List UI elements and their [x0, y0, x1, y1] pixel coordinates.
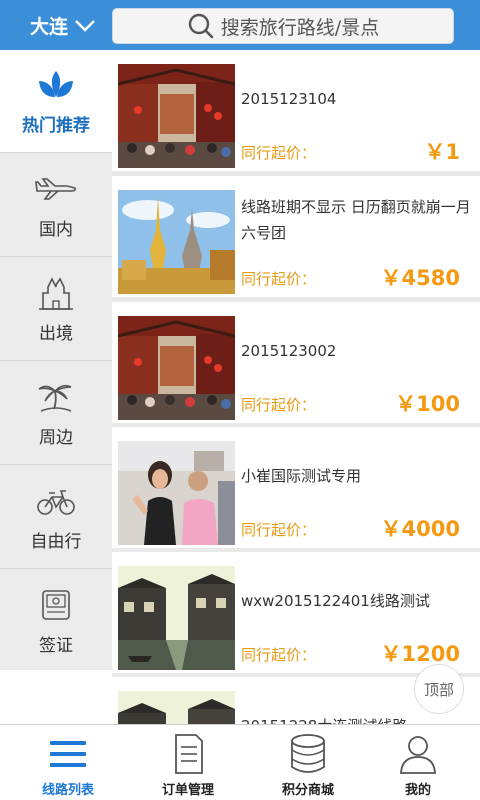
route-thumbnail [118, 441, 235, 545]
document-icon [175, 734, 203, 774]
search-placeholder: 搜索旅行路线/景点 [220, 16, 380, 39]
tab-label: 线路列表 [41, 783, 94, 798]
sidebar-item-hot[interactable]: 热门推荐 [0, 50, 112, 153]
price-label: 同行起价： [241, 521, 317, 539]
visa-icon [42, 589, 70, 620]
lotus-icon [39, 70, 73, 97]
palm-tree-icon [38, 384, 72, 412]
route-list[interactable]: 2015123104 同行起价： ￥1 线路班期不显示 日历翻页就崩一月六号团 … [112, 50, 480, 724]
route-title: wxw2015122401线路测试 [241, 592, 430, 610]
route-card[interactable]: 小崔国际测试专用 同行起价： ￥4000 [112, 427, 480, 548]
route-card[interactable]: wxw2015122401线路测试 同行起价： ￥1200 [112, 552, 480, 673]
search-icon [188, 13, 214, 39]
tab-my-account[interactable]: 我的 [358, 725, 478, 800]
sidebar-item-label: 周边 [39, 427, 73, 448]
category-sidebar: 热门推荐 国内 出境 周边 自由行 签证 [0, 50, 112, 724]
tab-label: 积分商城 [281, 783, 334, 798]
tab-route-list[interactable]: 线路列表 [8, 725, 128, 800]
route-card[interactable]: 2015123002 同行起价： ￥100 [112, 302, 480, 423]
city-label: 大连 [30, 16, 69, 38]
route-price: ￥1 [424, 140, 460, 164]
user-icon [400, 736, 436, 774]
airplane-icon [35, 177, 76, 200]
temple-photo [118, 190, 235, 294]
price-label: 同行起价： [241, 396, 317, 414]
database-icon [291, 734, 325, 773]
sidebar-empty-area [0, 670, 112, 724]
tab-label: 订单管理 [161, 783, 214, 798]
route-thumbnail [118, 566, 235, 670]
sidebar-item-label: 签证 [39, 635, 73, 656]
sidebar-item-label: 出境 [39, 323, 73, 344]
sidebar-item-outbound[interactable]: 出境 [0, 258, 112, 361]
route-thumbnail [118, 64, 235, 168]
route-price: ￥4000 [380, 517, 460, 541]
sidebar-item-free-travel[interactable]: 自由行 [0, 466, 112, 569]
water-town-photo [118, 566, 235, 670]
festival-photo [118, 441, 235, 545]
list-icon [50, 741, 86, 767]
back-to-top-button[interactable]: 顶部 [414, 664, 464, 714]
route-title: 2015123104 [241, 90, 337, 108]
sidebar-item-nearby[interactable]: 周边 [0, 362, 112, 465]
chevron-down-icon [75, 19, 95, 32]
back-to-top-label: 顶部 [423, 680, 454, 699]
route-title: 线路班期不显示 日历翻页就崩一月六号团 [241, 198, 471, 242]
tab-points-mall[interactable]: 积分商城 [248, 725, 368, 800]
bicycle-icon [37, 489, 75, 515]
route-thumbnail [118, 691, 235, 724]
price-label: 同行起价： [241, 646, 317, 664]
route-price: ￥1200 [380, 642, 460, 666]
route-card[interactable]: 2015123104 同行起价： ￥1 [112, 50, 480, 171]
sidebar-item-visa[interactable]: 签证 [0, 570, 112, 673]
price-label: 同行起价： [241, 270, 317, 288]
sidebar-item-label: 国内 [39, 219, 73, 240]
route-thumbnail [118, 190, 235, 294]
water-town-photo [118, 691, 235, 724]
price-label: 同行起价： [241, 144, 317, 162]
castle-icon [39, 276, 73, 310]
tab-order-management[interactable]: 订单管理 [128, 725, 248, 800]
city-selector[interactable]: 大连 [30, 12, 96, 39]
route-price: ￥100 [395, 392, 460, 416]
sidebar-item-label: 自由行 [30, 531, 82, 552]
tab-label: 我的 [404, 783, 431, 798]
route-title: 2015123002 [241, 342, 337, 360]
sidebar-item-label: 热门推荐 [22, 115, 90, 136]
street-photo [118, 64, 235, 168]
search-input[interactable]: 搜索旅行路线/景点 [112, 8, 454, 44]
route-title: 20151228大连测试线路 [241, 713, 471, 724]
route-card[interactable]: 线路班期不显示 日历翻页就崩一月六号团 同行起价： ￥4580 [112, 176, 480, 297]
route-thumbnail [118, 316, 235, 420]
header-bar: 大连 搜索旅行路线/景点 [0, 0, 480, 50]
route-title: 小崔国际测试专用 [241, 467, 362, 485]
route-price: ￥4580 [380, 266, 460, 290]
sidebar-item-domestic[interactable]: 国内 [0, 154, 112, 257]
street-photo [118, 316, 235, 420]
bottom-tab-bar: 线路列表 订单管理 积分商城 我的 [0, 724, 480, 800]
